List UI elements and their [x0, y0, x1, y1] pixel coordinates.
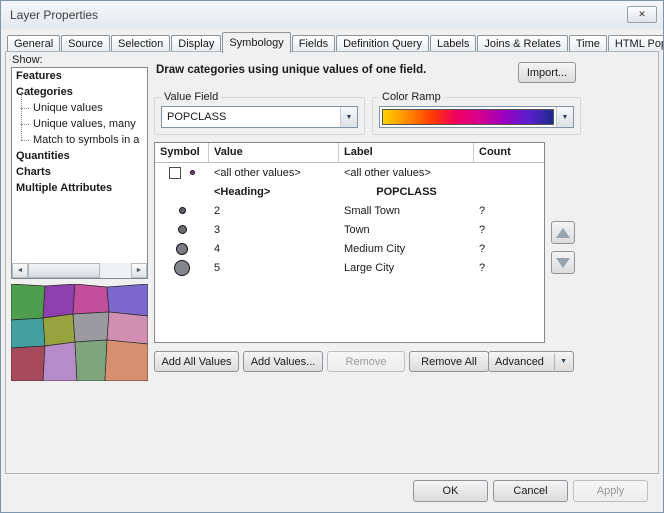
tab-time[interactable]: Time [569, 35, 607, 52]
tree-item-match-symbols[interactable]: Match to symbols in a [12, 132, 147, 148]
tab-general[interactable]: General [7, 35, 60, 52]
tree-horizontal-scrollbar[interactable]: ◄ ► [12, 263, 147, 278]
tab-display[interactable]: Display [171, 35, 221, 52]
close-button[interactable]: ✕ [627, 6, 657, 23]
remove-all-button[interactable]: Remove All [409, 351, 489, 372]
value-cell: <Heading> [209, 186, 339, 198]
value-field-group: Value Field POPCLASS ▼ [154, 97, 365, 135]
symbol-cell [155, 167, 209, 179]
show-tree: Features Categories Unique values Unique… [11, 67, 148, 279]
point-symbol[interactable] [179, 207, 186, 214]
symbol-cell [155, 207, 209, 214]
tree-item-unique-values[interactable]: Unique values [12, 100, 147, 116]
apply-button[interactable]: Apply [573, 480, 648, 502]
tab-selection[interactable]: Selection [111, 35, 170, 52]
value-cell: 3 [209, 224, 339, 236]
table-row[interactable]: <Heading> POPCLASS [155, 182, 544, 201]
label-cell: POPCLASS [339, 186, 474, 198]
symbol-cell [155, 225, 209, 234]
scrollbar-thumb[interactable] [28, 263, 100, 278]
symbol-cell [155, 260, 209, 276]
arrow-up-icon [556, 228, 570, 238]
label-cell: Medium City [339, 243, 474, 255]
table-header: Symbol Value Label Count [155, 143, 544, 163]
layer-properties-dialog: Layer Properties ✕ General Source Select… [0, 0, 664, 513]
add-all-values-button[interactable]: Add All Values [154, 351, 239, 372]
tree-item-multiple-attributes[interactable]: Multiple Attributes [12, 180, 147, 196]
value-field-value: POPCLASS [162, 107, 340, 127]
tree-item-unique-values-many[interactable]: Unique values, many [12, 116, 147, 132]
titlebar[interactable]: Layer Properties ✕ [1, 1, 663, 29]
count-cell: ? [474, 243, 544, 255]
table-row[interactable]: 4 Medium City ? [155, 239, 544, 258]
close-icon: ✕ [638, 9, 646, 20]
table-row[interactable]: <all other values> <all other values> [155, 163, 544, 182]
import-button[interactable]: Import... [518, 62, 576, 83]
all-other-values-checkbox[interactable] [169, 167, 181, 179]
panel-description: Draw categories using unique values of o… [156, 64, 426, 76]
tab-definition-query[interactable]: Definition Query [336, 35, 429, 52]
move-down-button[interactable] [551, 251, 575, 274]
show-label: Show: [12, 54, 43, 66]
value-cell: 4 [209, 243, 339, 255]
ok-button[interactable]: OK [413, 480, 488, 502]
label-cell: Large City [339, 262, 474, 274]
window-title: Layer Properties [10, 8, 98, 22]
advanced-button-label: Advanced [495, 356, 544, 368]
point-symbol[interactable] [178, 225, 187, 234]
header-value: Value [209, 143, 339, 162]
tab-symbology[interactable]: Symbology [222, 32, 290, 53]
tree-item-features[interactable]: Features [12, 68, 147, 84]
label-cell: Small Town [339, 205, 474, 217]
chevron-down-icon[interactable]: ▼ [556, 107, 573, 127]
scroll-left-icon[interactable]: ◄ [12, 263, 28, 278]
tree-item-categories[interactable]: Categories [12, 84, 147, 100]
table-row[interactable]: 3 Town ? [155, 220, 544, 239]
chevron-down-icon: ▼ [554, 353, 567, 370]
symbol-cell [155, 243, 209, 255]
add-values-button[interactable]: Add Values... [243, 351, 323, 372]
label-cell: <all other values> [339, 167, 474, 179]
scroll-right-icon[interactable]: ► [131, 263, 147, 278]
header-count: Count [474, 143, 544, 162]
count-cell: ? [474, 205, 544, 217]
value-field-combobox[interactable]: POPCLASS ▼ [161, 106, 358, 128]
label-cell: Town [339, 224, 474, 236]
arrow-down-icon [556, 258, 570, 268]
color-ramp-group: Color Ramp ▼ [372, 97, 581, 135]
color-ramp-combobox[interactable]: ▼ [379, 106, 574, 128]
color-ramp-label: Color Ramp [379, 90, 444, 104]
tab-fields[interactable]: Fields [292, 35, 335, 52]
tab-joins-relates[interactable]: Joins & Relates [477, 35, 567, 52]
header-label: Label [339, 143, 474, 162]
cancel-button[interactable]: Cancel [493, 480, 568, 502]
value-cell: 5 [209, 262, 339, 274]
chevron-down-icon[interactable]: ▼ [340, 107, 357, 127]
count-cell: ? [474, 224, 544, 236]
value-cell: 2 [209, 205, 339, 217]
scrollbar-track[interactable] [100, 263, 131, 278]
tabstrip: General Source Selection Display Symbolo… [7, 31, 661, 52]
tree-item-charts[interactable]: Charts [12, 164, 147, 180]
point-symbol[interactable] [174, 260, 190, 276]
count-cell: ? [474, 262, 544, 274]
point-symbol[interactable] [176, 243, 188, 255]
tab-labels[interactable]: Labels [430, 35, 476, 52]
tree-item-quantities[interactable]: Quantities [12, 148, 147, 164]
unique-values-table[interactable]: Symbol Value Label Count <all other valu… [154, 142, 545, 343]
table-row[interactable]: 2 Small Town ? [155, 201, 544, 220]
tab-source[interactable]: Source [61, 35, 110, 52]
point-symbol[interactable] [190, 170, 195, 175]
advanced-button[interactable]: Advanced ▼ [488, 351, 574, 372]
symbology-page: Show: Features Categories Unique values … [5, 51, 659, 474]
header-symbol: Symbol [155, 143, 209, 162]
value-cell: <all other values> [209, 167, 339, 179]
value-field-label: Value Field [161, 90, 221, 104]
tab-html-popup[interactable]: HTML Popup [608, 35, 664, 52]
table-row[interactable]: 5 Large City ? [155, 258, 544, 277]
map-preview [11, 284, 148, 381]
color-ramp-swatch [382, 109, 554, 125]
remove-button[interactable]: Remove [327, 351, 405, 372]
move-up-button[interactable] [551, 221, 575, 244]
